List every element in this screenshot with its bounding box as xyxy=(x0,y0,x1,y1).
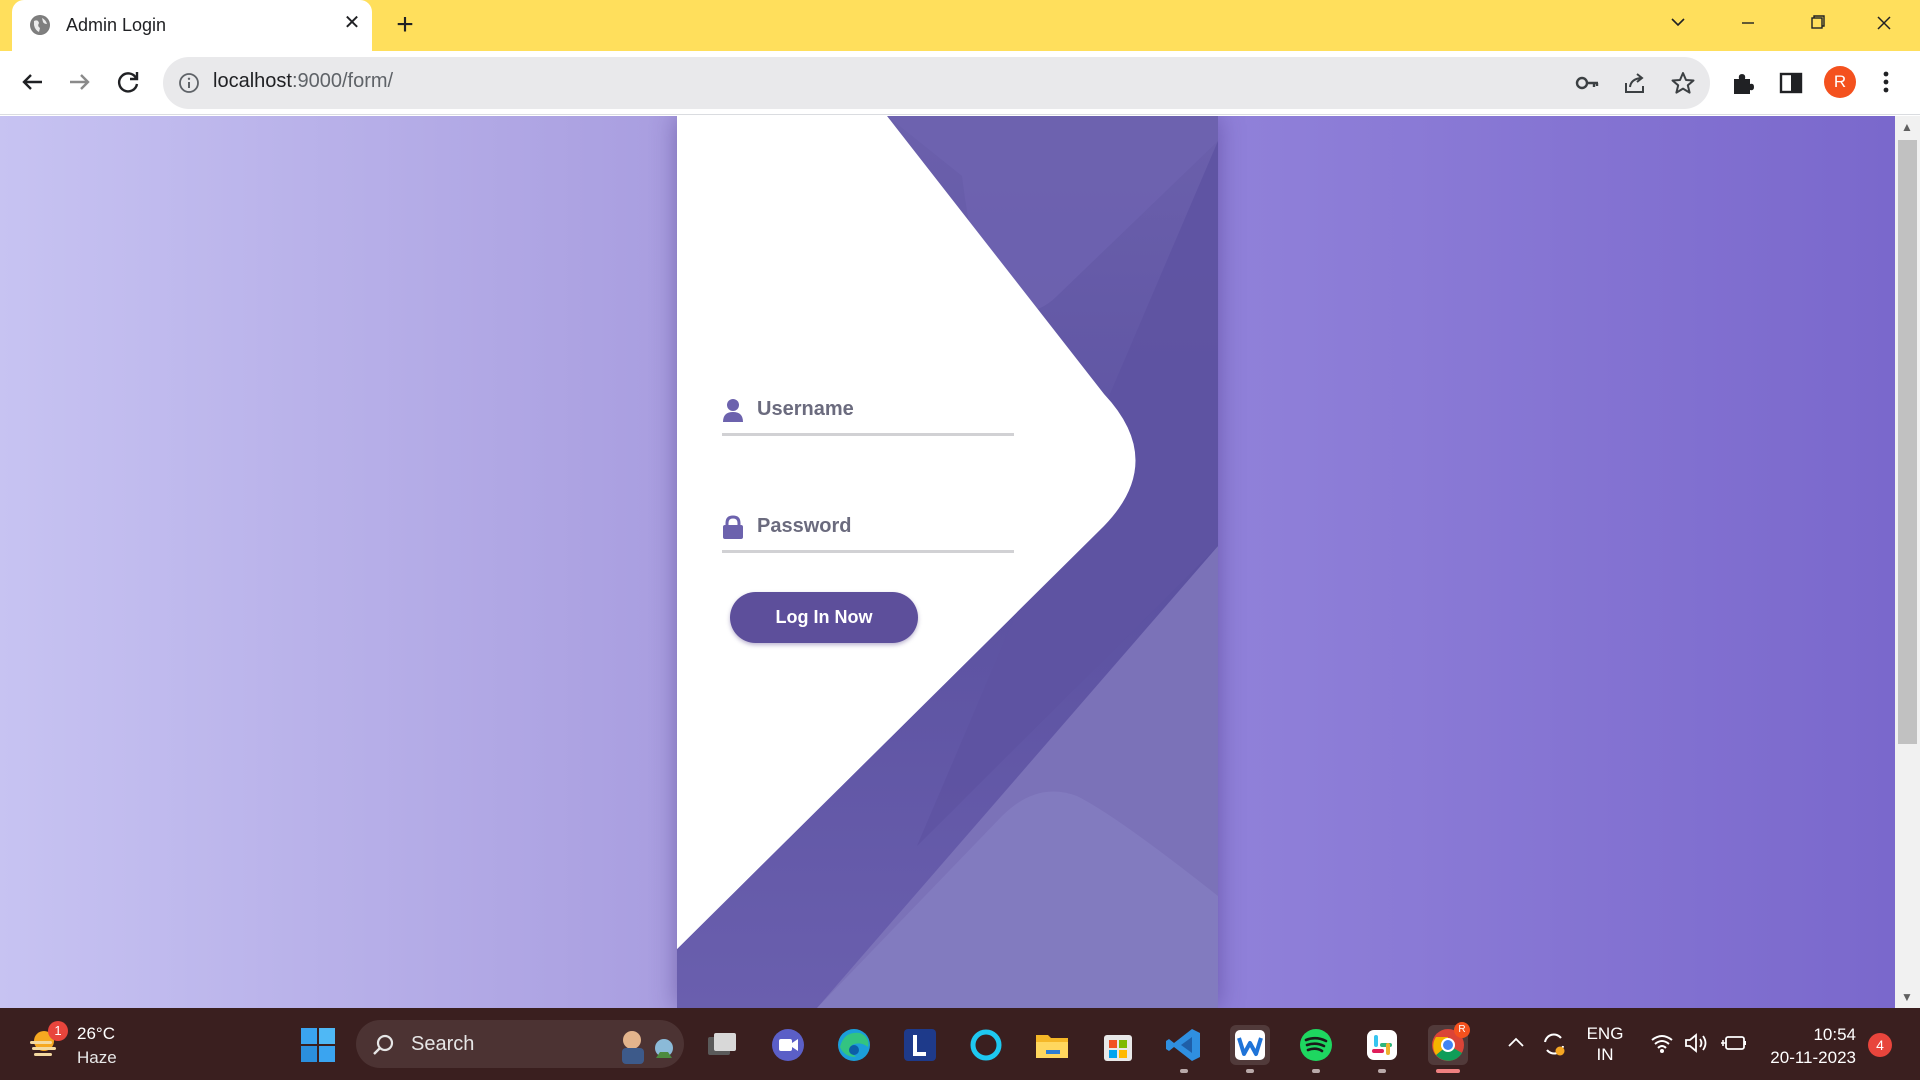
url-text[interactable]: localhost:9000/form/ xyxy=(213,70,393,93)
slack-icon[interactable] xyxy=(1362,1025,1402,1065)
key-icon[interactable] xyxy=(1574,70,1600,96)
word-app-icon[interactable] xyxy=(1230,1025,1270,1065)
password-input[interactable] xyxy=(757,509,1007,543)
address-bar[interactable] xyxy=(163,57,1710,109)
card-background-shapes xyxy=(677,116,1218,1008)
password-field xyxy=(722,501,1014,553)
chrome-active-indicator xyxy=(1436,1069,1460,1073)
file-explorer-icon[interactable] xyxy=(1032,1025,1072,1065)
page-viewport: Log In Now xyxy=(0,116,1895,1008)
weather-temperature[interactable]: 26°C xyxy=(77,1024,115,1044)
profile-avatar[interactable]: R xyxy=(1824,66,1856,98)
back-arrow-icon[interactable] xyxy=(16,66,48,98)
user-icon xyxy=(722,398,744,422)
weather-condition[interactable]: Haze xyxy=(77,1048,117,1068)
forward-arrow-icon[interactable] xyxy=(64,66,96,98)
lexicon-app-icon[interactable] xyxy=(900,1025,940,1065)
username-field xyxy=(722,384,1014,436)
tab-title: Admin Login xyxy=(66,15,167,35)
microsoft-store-icon[interactable] xyxy=(1098,1025,1138,1065)
slack-running-indicator xyxy=(1378,1069,1386,1073)
language-code: ENG xyxy=(1586,1024,1624,1043)
lock-icon xyxy=(722,515,744,539)
clock-time: 10:54 xyxy=(1813,1025,1856,1044)
extensions-puzzle-icon[interactable] xyxy=(1730,70,1756,96)
url-path: :9000/form/ xyxy=(291,70,394,92)
input-language[interactable]: ENG IN xyxy=(1585,1023,1625,1065)
share-icon[interactable] xyxy=(1622,70,1648,96)
url-host: localhost xyxy=(213,70,292,92)
cortana-icon[interactable] xyxy=(966,1025,1006,1065)
browser-titlebar: Admin Login ✕ + xyxy=(0,0,1920,51)
clock-date: 20-11-2023 xyxy=(1770,1048,1856,1067)
username-input[interactable] xyxy=(757,392,1007,426)
scroll-down-arrow-icon[interactable]: ▼ xyxy=(1899,990,1915,1004)
notification-count-badge[interactable]: 4 xyxy=(1868,1033,1892,1057)
login-button[interactable]: Log In Now xyxy=(730,592,918,643)
chrome-profile-badge: R xyxy=(1454,1022,1470,1038)
vscode-running-indicator xyxy=(1180,1069,1188,1073)
new-tab-button[interactable]: + xyxy=(390,10,420,40)
sync-status-icon[interactable] xyxy=(1540,1030,1568,1058)
minimize-button[interactable] xyxy=(1728,8,1768,38)
scrollbar-thumb[interactable] xyxy=(1898,140,1917,744)
side-panel-icon[interactable] xyxy=(1778,70,1804,96)
spotify-running-indicator xyxy=(1312,1069,1320,1073)
bookmark-star-icon[interactable] xyxy=(1670,70,1696,96)
vscode-icon[interactable] xyxy=(1164,1025,1204,1065)
show-hidden-icons-chevron-icon[interactable] xyxy=(1505,1032,1527,1054)
windows-start-icon[interactable] xyxy=(300,1027,336,1063)
tab-close-icon[interactable]: ✕ xyxy=(340,11,364,35)
search-icon xyxy=(372,1033,396,1057)
close-window-button[interactable] xyxy=(1864,8,1904,38)
volume-icon[interactable] xyxy=(1684,1032,1710,1054)
task-view-icon[interactable] xyxy=(702,1025,742,1065)
more-menu-icon[interactable] xyxy=(1876,66,1896,98)
spotify-icon[interactable] xyxy=(1296,1025,1336,1065)
weather-badge: 1 xyxy=(48,1021,68,1041)
teams-chat-icon[interactable] xyxy=(768,1025,808,1065)
search-highlight-illustration xyxy=(608,1024,678,1064)
wifi-icon[interactable] xyxy=(1650,1032,1674,1054)
globe-icon xyxy=(30,15,50,35)
word-running-indicator xyxy=(1246,1069,1254,1073)
system-clock[interactable]: 10:54 20-11-2023 xyxy=(1760,1023,1856,1069)
battery-charging-icon[interactable] xyxy=(1720,1032,1748,1054)
windows-taskbar xyxy=(0,1008,1920,1080)
search-label: Search xyxy=(411,1033,475,1055)
login-card: Log In Now xyxy=(677,116,1218,1008)
edge-browser-icon[interactable] xyxy=(834,1025,874,1065)
site-info-icon[interactable] xyxy=(178,72,200,94)
restore-button[interactable] xyxy=(1797,8,1837,38)
tab-search-chevron-icon[interactable] xyxy=(1658,8,1698,38)
browser-tab[interactable]: Admin Login ✕ xyxy=(12,0,372,51)
scroll-up-arrow-icon[interactable]: ▲ xyxy=(1899,120,1915,134)
reload-icon[interactable] xyxy=(112,66,144,98)
language-region: IN xyxy=(1596,1045,1614,1064)
